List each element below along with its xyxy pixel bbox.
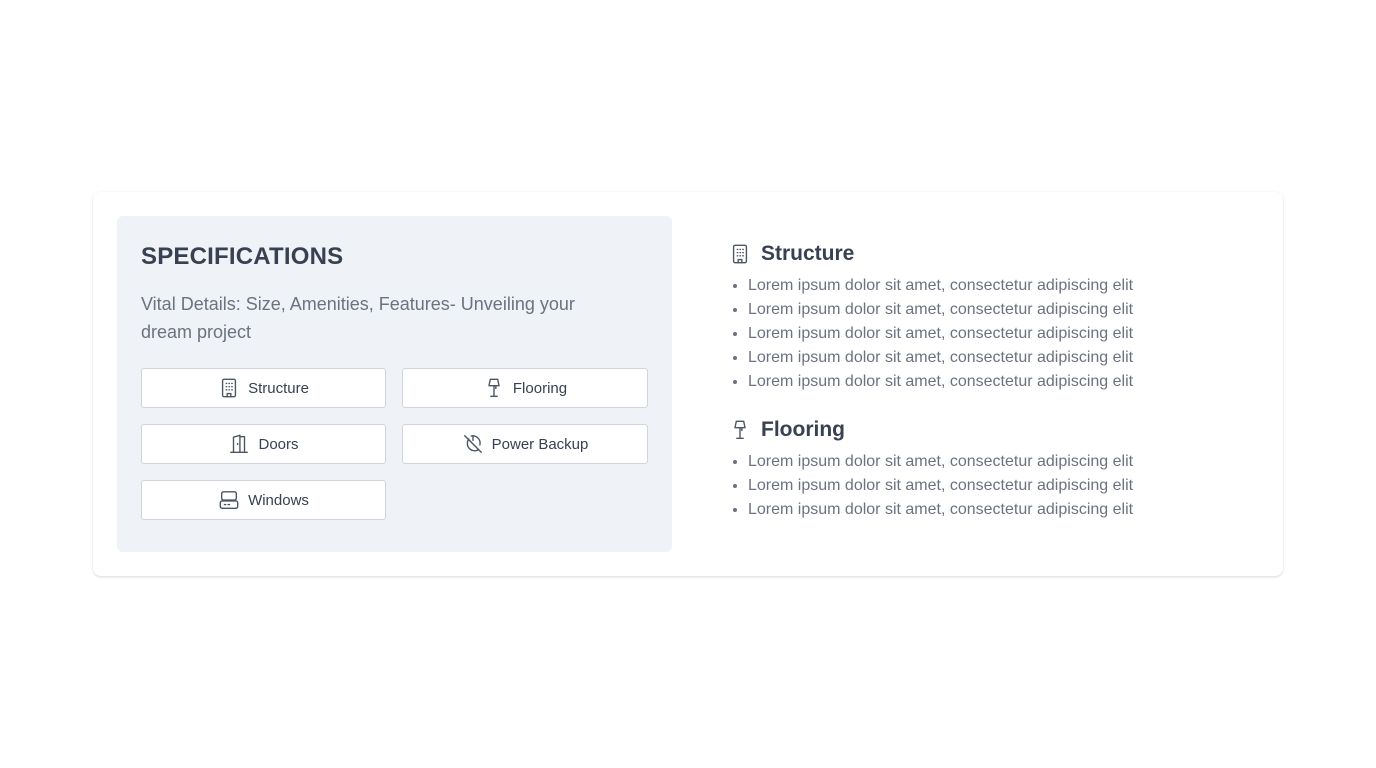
lamp-icon [488,378,500,397]
specifications-title: SPECIFICATIONS [141,243,344,270]
flooring-section: Flooring Lorem ipsum dolor sit amet, con… [729,416,1229,522]
doors-button-label: Doors [258,435,299,453]
flooring-button[interactable]: Flooring [402,368,648,408]
window-icon [219,491,239,509]
door-icon [230,434,249,453]
list-item: Lorem ipsum dolor sit amet, consectetur … [748,474,1229,498]
structure-section-title: Structure [761,242,855,265]
specification-details: Structure Lorem ipsum dolor sit amet, co… [729,240,1229,544]
windows-button-label: Windows [248,491,309,509]
list-item: Lorem ipsum dolor sit amet, consectetur … [748,346,1229,370]
windows-button[interactable]: Windows [141,480,386,520]
building-icon [221,378,237,398]
specification-buttons: Structure Flooring Doors Power Backup Wi… [141,368,648,520]
power-off-icon [463,435,482,453]
list-item: Lorem ipsum dolor sit amet, consectetur … [748,498,1229,522]
specifications-card: SPECIFICATIONS Vital Details: Size, Amen… [93,192,1283,576]
list-item: Lorem ipsum dolor sit amet, consectetur … [748,322,1229,346]
doors-button[interactable]: Doors [141,424,386,464]
power-backup-button[interactable]: Power Backup [402,424,648,464]
specifications-panel: SPECIFICATIONS Vital Details: Size, Amen… [117,216,672,552]
list-item: Lorem ipsum dolor sit amet, consectetur … [748,450,1229,474]
list-item: Lorem ipsum dolor sit amet, consectetur … [748,274,1229,298]
list-item: Lorem ipsum dolor sit amet, consectetur … [748,370,1229,394]
structure-section: Structure Lorem ipsum dolor sit amet, co… [729,240,1229,394]
structure-button-label: Structure [248,379,309,397]
power-backup-button-label: Power Backup [491,435,589,453]
flooring-list: Lorem ipsum dolor sit amet, consectetur … [729,450,1229,522]
list-item: Lorem ipsum dolor sit amet, consectetur … [748,298,1229,322]
flooring-section-header: Flooring [729,416,1229,444]
structure-section-header: Structure [729,240,1229,268]
lamp-icon [734,420,746,439]
specifications-subtitle: Vital Details: Size, Amenities, Features… [141,294,575,342]
structure-button[interactable]: Structure [141,368,386,408]
flooring-button-label: Flooring [512,379,568,397]
structure-list: Lorem ipsum dolor sit amet, consectetur … [729,274,1229,394]
flooring-section-title: Flooring [761,418,845,441]
building-icon [732,244,748,264]
